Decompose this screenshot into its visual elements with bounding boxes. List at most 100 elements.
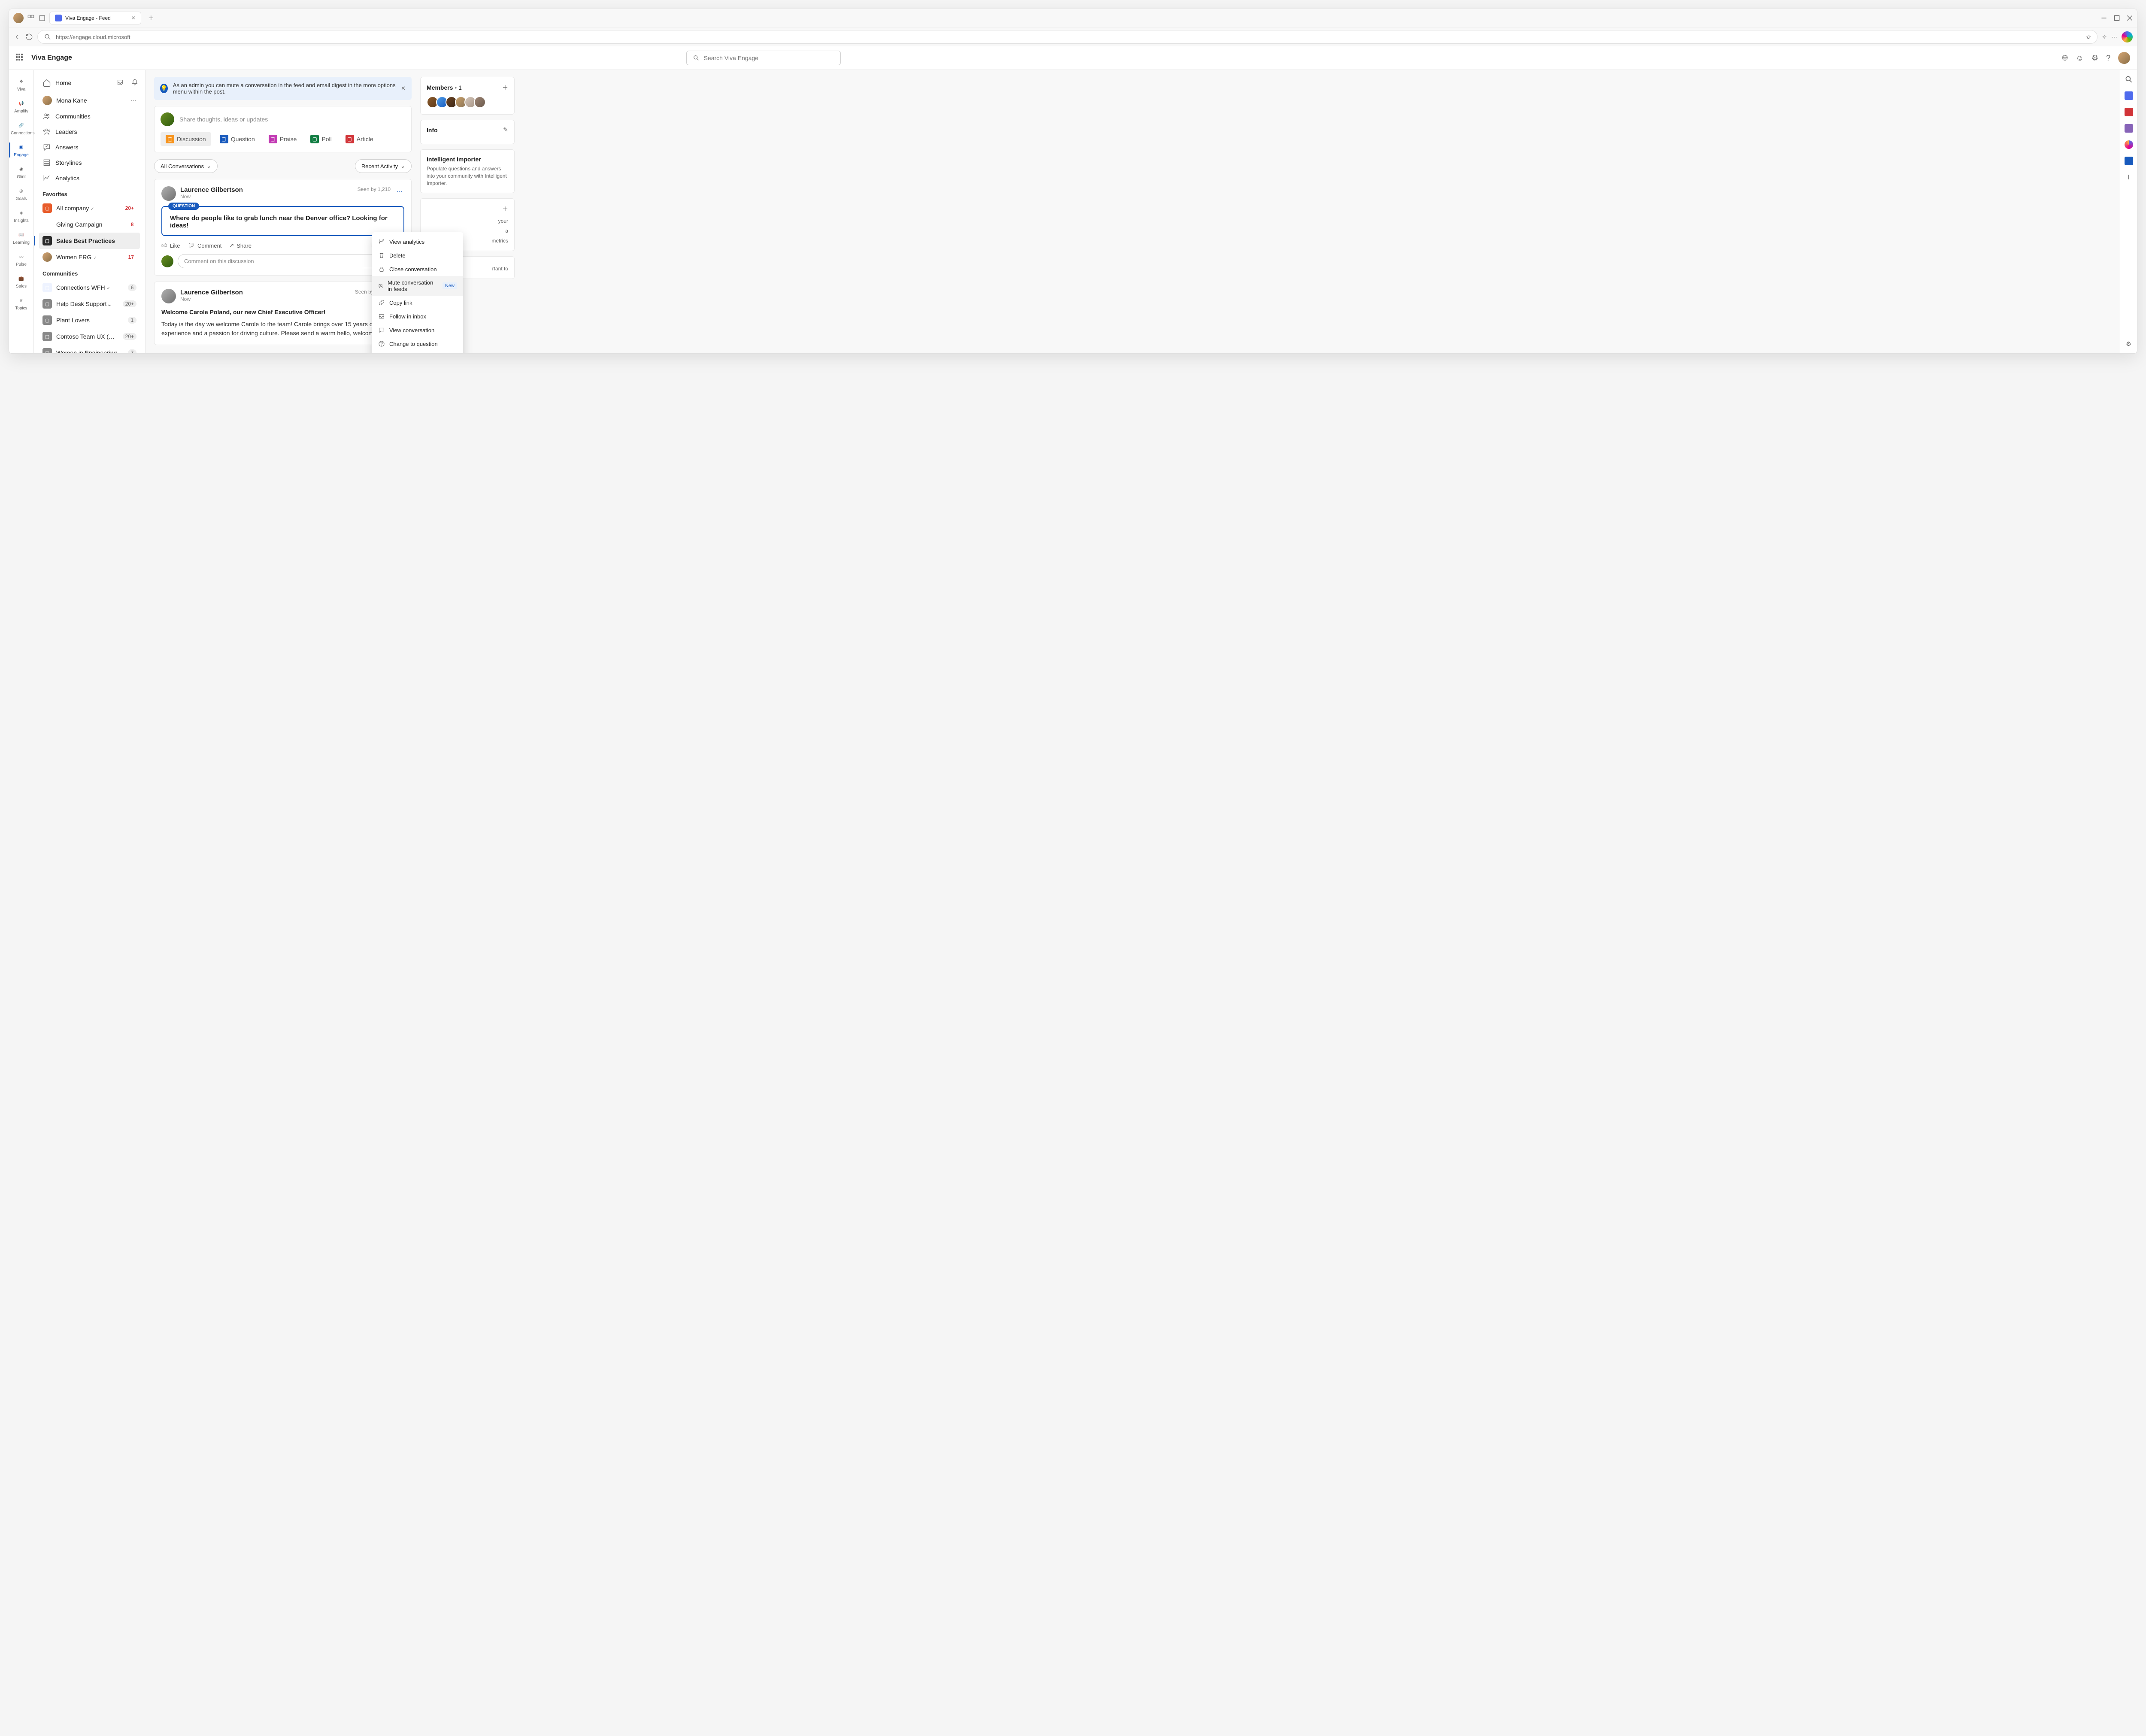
- rail-learning[interactable]: 📖Learning: [9, 227, 33, 248]
- more-icon[interactable]: ⋯: [130, 97, 136, 104]
- menu-close-conversation[interactable]: Close conversation: [372, 262, 463, 276]
- menu-mute-conversation-in-feeds[interactable]: Mute conversation in feedsNew: [372, 276, 463, 296]
- minimize-button[interactable]: [2101, 15, 2107, 21]
- filter-conversations[interactable]: All Conversations⌄: [154, 159, 218, 173]
- nav-analytics[interactable]: Analytics: [39, 170, 140, 186]
- edge-search-icon[interactable]: [2125, 75, 2133, 84]
- dismiss-icon[interactable]: ✕: [401, 85, 406, 92]
- communities-icon: [42, 112, 51, 121]
- profile-avatar[interactable]: [13, 13, 24, 23]
- nav-user[interactable]: Mona Kane ⋯: [39, 92, 140, 109]
- community-item[interactable]: ▢Plant Lovers1: [39, 312, 140, 328]
- article-icon: ▢: [346, 135, 354, 143]
- rail-amplify[interactable]: 📢Amplify: [9, 95, 33, 117]
- nav-answers[interactable]: Answers: [39, 139, 140, 155]
- comment-icon: 💬︎: [188, 242, 195, 249]
- add-button[interactable]: ＋: [502, 205, 508, 213]
- menu-follow-in-inbox[interactable]: Follow in inbox: [372, 309, 463, 323]
- url-input[interactable]: https://engage.cloud.microsoft ✩: [37, 30, 2098, 44]
- rail-glint[interactable]: ◉Glint: [9, 161, 33, 183]
- nav-home[interactable]: Home: [39, 75, 111, 91]
- community-item[interactable]: ▢Help Desk Support 🔒︎20+: [39, 296, 140, 312]
- nav-leaders[interactable]: Leaders: [39, 124, 140, 139]
- rail-goals[interactable]: ◎Goals: [9, 183, 33, 205]
- composer-tab-poll[interactable]: ▢Poll: [305, 132, 336, 146]
- user-avatar[interactable]: [2118, 52, 2130, 64]
- members-label: Members: [427, 84, 453, 91]
- members-count: 1: [458, 84, 462, 91]
- rail-pulse[interactable]: 〰Pulse: [9, 248, 33, 270]
- post-more-button[interactable]: ⋯: [395, 186, 404, 197]
- nav-storylines[interactable]: Storylines: [39, 155, 140, 170]
- edge-settings-icon[interactable]: ⚙: [2125, 339, 2133, 348]
- refresh-button[interactable]: [25, 33, 33, 41]
- sort-activity[interactable]: Recent Activity⌄: [355, 159, 412, 173]
- rail-engage[interactable]: ▣Engage: [9, 139, 33, 161]
- community-item[interactable]: ▢All company ✓20+: [39, 200, 140, 216]
- edge-office-icon[interactable]: [2125, 140, 2133, 149]
- edge-people-icon[interactable]: [2125, 124, 2133, 133]
- community-item[interactable]: Women ERG ✓17: [39, 249, 140, 265]
- menu-report-conversation[interactable]: Report conversation: [372, 351, 463, 353]
- emoji-icon[interactable]: ☺: [2076, 54, 2083, 63]
- community-item[interactable]: ▢Contoso Team UX (Desig... ✓20+: [39, 328, 140, 345]
- menu-change-to-question[interactable]: Change to question: [372, 337, 463, 351]
- edge-toolbox-icon[interactable]: [2125, 108, 2133, 116]
- settings-icon[interactable]: ⚙: [2091, 54, 2098, 63]
- composer-tab-discussion[interactable]: ▢Discussion: [161, 132, 211, 146]
- nav-communities[interactable]: Communities: [39, 109, 140, 124]
- member-avatars[interactable]: [427, 96, 508, 108]
- menu-view-conversation[interactable]: View conversation: [372, 323, 463, 337]
- rail-insights[interactable]: ◈Insights: [9, 205, 33, 227]
- community-item[interactable]: ▢Connections WFH ✓6: [39, 279, 140, 296]
- menu-copy-link[interactable]: Copy link: [372, 296, 463, 309]
- notifications-icon[interactable]: [130, 77, 140, 89]
- menu-delete[interactable]: Delete: [372, 248, 463, 262]
- edge-add-icon[interactable]: ＋: [2125, 173, 2133, 182]
- author-avatar[interactable]: [161, 289, 176, 303]
- importer-sub: Populate questions and answers into your…: [427, 165, 508, 187]
- community-item[interactable]: ▢Giving Campaign8: [39, 216, 140, 233]
- app-launcher-icon[interactable]: [16, 54, 24, 62]
- rail-topics[interactable]: #Topics: [9, 292, 33, 314]
- composer-tab-article[interactable]: ▢Article: [340, 132, 379, 146]
- search-input[interactable]: [686, 51, 841, 65]
- composer-input[interactable]: Share thoughts, ideas or updates: [161, 112, 405, 126]
- more-icon[interactable]: ⋯: [2111, 33, 2117, 41]
- composer-tab-praise[interactable]: ▢Praise: [264, 132, 302, 146]
- copilot-icon[interactable]: [2122, 31, 2133, 42]
- close-window-button[interactable]: [2127, 15, 2133, 21]
- community-item[interactable]: ▢Sales Best Practices: [39, 233, 140, 249]
- share-button[interactable]: ↗Share: [229, 242, 252, 249]
- workspaces-icon[interactable]: [27, 14, 35, 22]
- rail-sales[interactable]: 💼Sales: [9, 270, 33, 292]
- edge-outlook-icon[interactable]: [2125, 157, 2133, 165]
- help-icon[interactable]: ?: [2106, 54, 2110, 63]
- tab-actions-icon[interactable]: [38, 14, 46, 22]
- new-tab-button[interactable]: ＋: [145, 12, 158, 24]
- post-author[interactable]: Laurence Gilbertson: [180, 186, 243, 194]
- menu-view-analytics[interactable]: View analytics: [372, 235, 463, 248]
- post-author[interactable]: Laurence Gilbertson: [180, 289, 243, 296]
- comment-button[interactable]: 💬︎Comment: [188, 242, 221, 249]
- edit-icon[interactable]: ✎: [503, 126, 508, 133]
- author-avatar[interactable]: [161, 186, 176, 201]
- count-badge: 8: [128, 221, 136, 228]
- community-item[interactable]: ▢Women in Engineering7: [39, 345, 140, 353]
- close-icon[interactable]: ✕: [131, 15, 136, 21]
- composer-tab-question[interactable]: ▢Question: [215, 132, 260, 146]
- globe-icon[interactable]: 🌐︎: [2062, 54, 2068, 63]
- maximize-button[interactable]: [2114, 15, 2120, 21]
- inbox-icon[interactable]: [115, 77, 125, 89]
- browser-tab[interactable]: Viva Engage - Feed ✕: [49, 12, 141, 24]
- back-button[interactable]: [13, 33, 21, 41]
- like-button[interactable]: 👍︎Like: [161, 242, 180, 249]
- add-member-button[interactable]: ＋: [502, 83, 508, 92]
- collections-icon[interactable]: ✧: [2102, 33, 2107, 41]
- comment-input[interactable]: Comment on this discussion: [178, 254, 404, 268]
- rail-viva[interactable]: ❖Viva: [9, 73, 33, 95]
- favorite-icon[interactable]: ✩: [2086, 33, 2091, 41]
- rail-connections[interactable]: 🔗Connections: [9, 117, 33, 139]
- search-field[interactable]: [704, 55, 834, 61]
- edge-tag-icon[interactable]: [2125, 91, 2133, 100]
